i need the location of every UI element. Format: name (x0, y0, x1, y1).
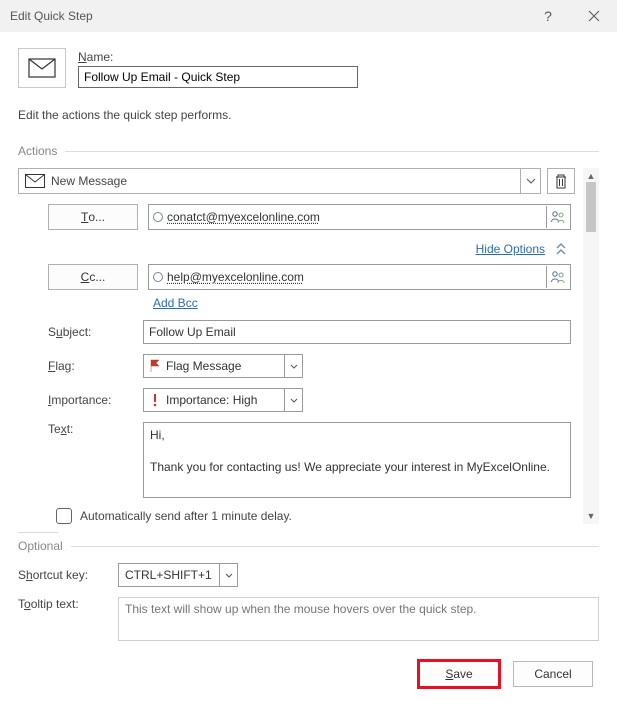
flag-icon (148, 359, 162, 373)
flag-select[interactable]: Flag Message (143, 354, 303, 378)
importance-label: Importance: (48, 393, 133, 407)
importance-high-icon (148, 393, 162, 407)
subject-label: Subject: (48, 325, 133, 339)
actions-scrollbar[interactable]: ▲ ▼ (583, 168, 599, 524)
delete-action-button[interactable] (547, 168, 575, 194)
collapse-icon[interactable] (555, 243, 567, 255)
cancel-button[interactable]: Cancel (513, 661, 593, 687)
importance-select[interactable]: Importance: High (143, 388, 303, 412)
optional-header: Optional (18, 539, 599, 553)
envelope-icon (28, 58, 56, 78)
action-type-select[interactable]: New Message (18, 168, 541, 194)
chevron-down-icon (520, 169, 540, 193)
tooltip-label: Tooltip text: (18, 597, 108, 611)
auto-send-label: Automatically send after 1 minute delay. (80, 509, 292, 523)
add-bcc-link[interactable]: Add Bcc (153, 296, 198, 310)
address-book-icon (550, 270, 566, 284)
scroll-up-icon[interactable]: ▲ (585, 170, 597, 182)
cc-button[interactable]: Cc... (48, 264, 138, 290)
tooltip-textarea[interactable] (118, 597, 599, 641)
address-book-button[interactable] (546, 206, 568, 228)
text-label: Text: (48, 422, 133, 436)
flag-label: Flag: (48, 359, 133, 373)
hide-options-link[interactable]: Hide Options (476, 242, 545, 256)
envelope-icon (25, 174, 45, 188)
description-text: Edit the actions the quick step performs… (18, 108, 599, 122)
name-label: Name: (78, 50, 599, 64)
to-button[interactable]: To... (48, 204, 138, 230)
action-row: New Message (18, 168, 575, 194)
name-input[interactable] (78, 66, 358, 88)
cc-field[interactable]: help@myexcelonline.com (148, 264, 571, 290)
chevron-down-icon (219, 564, 237, 586)
subject-input[interactable] (143, 320, 571, 344)
auto-send-checkbox[interactable] (56, 508, 72, 524)
address-book-icon (550, 210, 566, 224)
dialog-title: Edit Quick Step (10, 9, 525, 23)
contact-indicator-icon (153, 272, 163, 282)
to-field[interactable]: conatct@myexcelonline.com (148, 204, 571, 230)
close-icon (588, 10, 600, 22)
quickstep-icon-button[interactable] (18, 48, 66, 88)
name-section: Name: (18, 48, 599, 88)
shortcut-select[interactable]: CTRL+SHIFT+1 (118, 563, 238, 587)
scroll-thumb[interactable] (586, 182, 596, 232)
shortcut-label: Shortcut key: (18, 568, 108, 582)
titlebar: Edit Quick Step ? (0, 0, 617, 32)
contact-indicator-icon (153, 212, 163, 222)
trash-icon (554, 173, 568, 189)
body-textarea[interactable] (143, 422, 571, 498)
chevron-down-icon (284, 355, 302, 377)
address-book-button[interactable] (546, 266, 568, 288)
help-button[interactable]: ? (525, 0, 571, 32)
scroll-down-icon[interactable]: ▼ (585, 510, 597, 522)
chevron-down-icon (284, 389, 302, 411)
actions-header: Actions (18, 144, 599, 158)
save-button[interactable]: Save (419, 661, 499, 687)
close-button[interactable] (571, 0, 617, 32)
